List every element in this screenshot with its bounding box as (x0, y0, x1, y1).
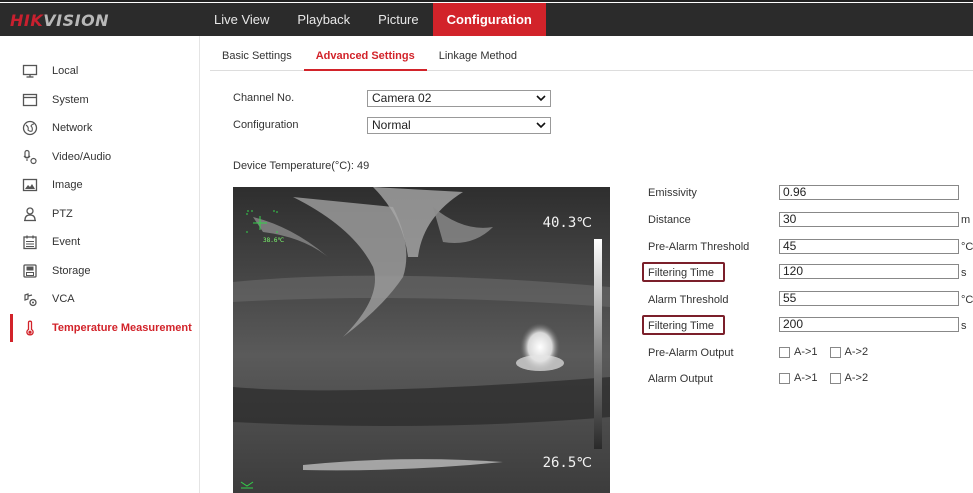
alarm-output-a1-checkbox[interactable] (779, 372, 790, 384)
distance-input[interactable]: 30 (779, 212, 959, 227)
sidebar-item-video-audio[interactable]: Video/Audio (10, 143, 199, 172)
prealarm-output-a2-checkbox[interactable] (829, 346, 841, 358)
thermal-image: 38.6℃ (233, 187, 610, 493)
sidebar-item-storage[interactable]: Storage (10, 257, 199, 286)
channel-label: Channel No. (233, 92, 295, 104)
temperature-scale-bar (594, 239, 602, 449)
sidebar-item-label: Network (52, 122, 93, 135)
prealarm-threshold-label: Pre-Alarm Threshold (648, 241, 750, 253)
sidebar-item-label: System (52, 93, 89, 106)
filtering-time-1-input[interactable]: 120 (779, 264, 959, 279)
configuration-label: Configuration (233, 119, 299, 131)
sidebar-item-vca[interactable]: VCA (10, 285, 199, 314)
storage-icon (22, 263, 38, 279)
alarm-output-options: A->1 A->2 (779, 372, 880, 384)
main-nav: Live View Playback Picture Configuration (200, 3, 546, 36)
hikvision-logo: HIKVISION (10, 11, 109, 30)
sidebar-item-label: VCA (52, 293, 75, 306)
distance-label: Distance (648, 214, 691, 226)
sidebar-item-image[interactable]: Image (10, 171, 199, 200)
filtering-time-1-unit: s (961, 267, 967, 279)
alarm-threshold-label: Alarm Threshold (648, 294, 729, 306)
tab-basic-settings[interactable]: Basic Settings (210, 46, 304, 71)
sidebar-item-label: Local (52, 65, 79, 78)
chevron-down-icon (536, 122, 546, 129)
nav-playback[interactable]: Playback (283, 3, 364, 36)
sidebar-item-system[interactable]: System (10, 86, 199, 115)
alarm-output-label: Alarm Output (648, 373, 713, 385)
monitor-icon (22, 63, 38, 79)
globe-icon (22, 120, 38, 136)
tab-advanced-settings[interactable]: Advanced Settings (303, 46, 427, 71)
sidebar-item-local[interactable]: Local (10, 57, 199, 86)
calendar-icon (22, 234, 38, 250)
alarm-threshold-unit: °C (961, 294, 973, 306)
prealarm-output-a1-label: A->1 (794, 346, 818, 358)
filtering-time-1-label: Filtering Time (648, 267, 715, 279)
sidebar-item-label: Video/Audio (52, 150, 112, 163)
thermal-video[interactable]: 38.6℃ 40.3℃ 26.5℃ (233, 187, 610, 493)
logo-part2: VISION (43, 11, 110, 30)
distance-unit: m (961, 214, 971, 226)
sidebar: Local System Network Video/Audio Image P… (10, 36, 200, 493)
sidebar-item-label: Temperature Measurement (52, 321, 192, 334)
emissivity-input[interactable]: 0.96 (779, 185, 959, 200)
marker-temp-label: 38.6℃ (263, 237, 284, 244)
prealarm-output-options: A->1 A->2 (779, 346, 880, 358)
alarm-threshold-input[interactable]: 55 (779, 291, 959, 306)
channel-select[interactable]: Camera 02 (367, 90, 551, 107)
nav-configuration[interactable]: Configuration (432, 3, 546, 36)
temperature-low-label: 26.5℃ (542, 455, 592, 471)
sidebar-item-temperature-measurement[interactable]: Temperature Measurement (10, 313, 199, 342)
configuration-select[interactable]: Normal (367, 117, 551, 134)
sidebar-item-network[interactable]: Network (10, 114, 199, 143)
sidebar-item-event[interactable]: Event (10, 228, 199, 257)
prealarm-output-a2-label: A->2 (844, 346, 869, 358)
tab-linkage-method[interactable]: Linkage Method (427, 46, 529, 71)
mic-camera-icon (22, 149, 38, 165)
configuration-select-value: Normal (372, 118, 411, 132)
prealarm-output-a1-checkbox[interactable] (779, 346, 790, 358)
filtering-time-2-unit: s (961, 320, 967, 332)
prealarm-threshold-unit: °C (961, 241, 973, 253)
sidebar-item-ptz[interactable]: PTZ (10, 200, 199, 229)
sidebar-item-label: Image (52, 179, 83, 192)
sidebar-item-label: Storage (52, 264, 91, 277)
channel-select-value: Camera 02 (372, 91, 432, 105)
alarm-output-a2-checkbox[interactable] (829, 372, 841, 384)
sidebar-item-label: Event (52, 236, 81, 249)
sub-tabs: Basic Settings Advanced Settings Linkage… (210, 46, 973, 71)
image-icon (22, 177, 38, 193)
nav-live-view[interactable]: Live View (200, 3, 283, 36)
top-header: HIKVISION Live View Playback Picture Con… (0, 3, 973, 36)
prealarm-threshold-input[interactable]: 45 (779, 239, 959, 254)
logo-part1: HIK (10, 11, 44, 30)
nav-picture[interactable]: Picture (364, 3, 432, 36)
alarm-output-a2-label: A->2 (844, 372, 869, 384)
window-icon (22, 92, 38, 108)
person-icon (22, 206, 38, 222)
alarm-output-a1-label: A->1 (794, 372, 818, 384)
sidebar-item-label: PTZ (52, 207, 73, 220)
thermometer-icon (22, 320, 38, 336)
emissivity-label: Emissivity (648, 187, 697, 199)
filtering-time-2-label: Filtering Time (648, 320, 715, 332)
temperature-high-label: 40.3℃ (542, 215, 592, 231)
vca-icon (22, 291, 38, 307)
filtering-time-2-input[interactable]: 200 (779, 317, 959, 332)
prealarm-output-label: Pre-Alarm Output (648, 347, 734, 359)
device-temperature: Device Temperature(°C): 49 (233, 160, 370, 172)
chevron-down-icon (536, 95, 546, 102)
